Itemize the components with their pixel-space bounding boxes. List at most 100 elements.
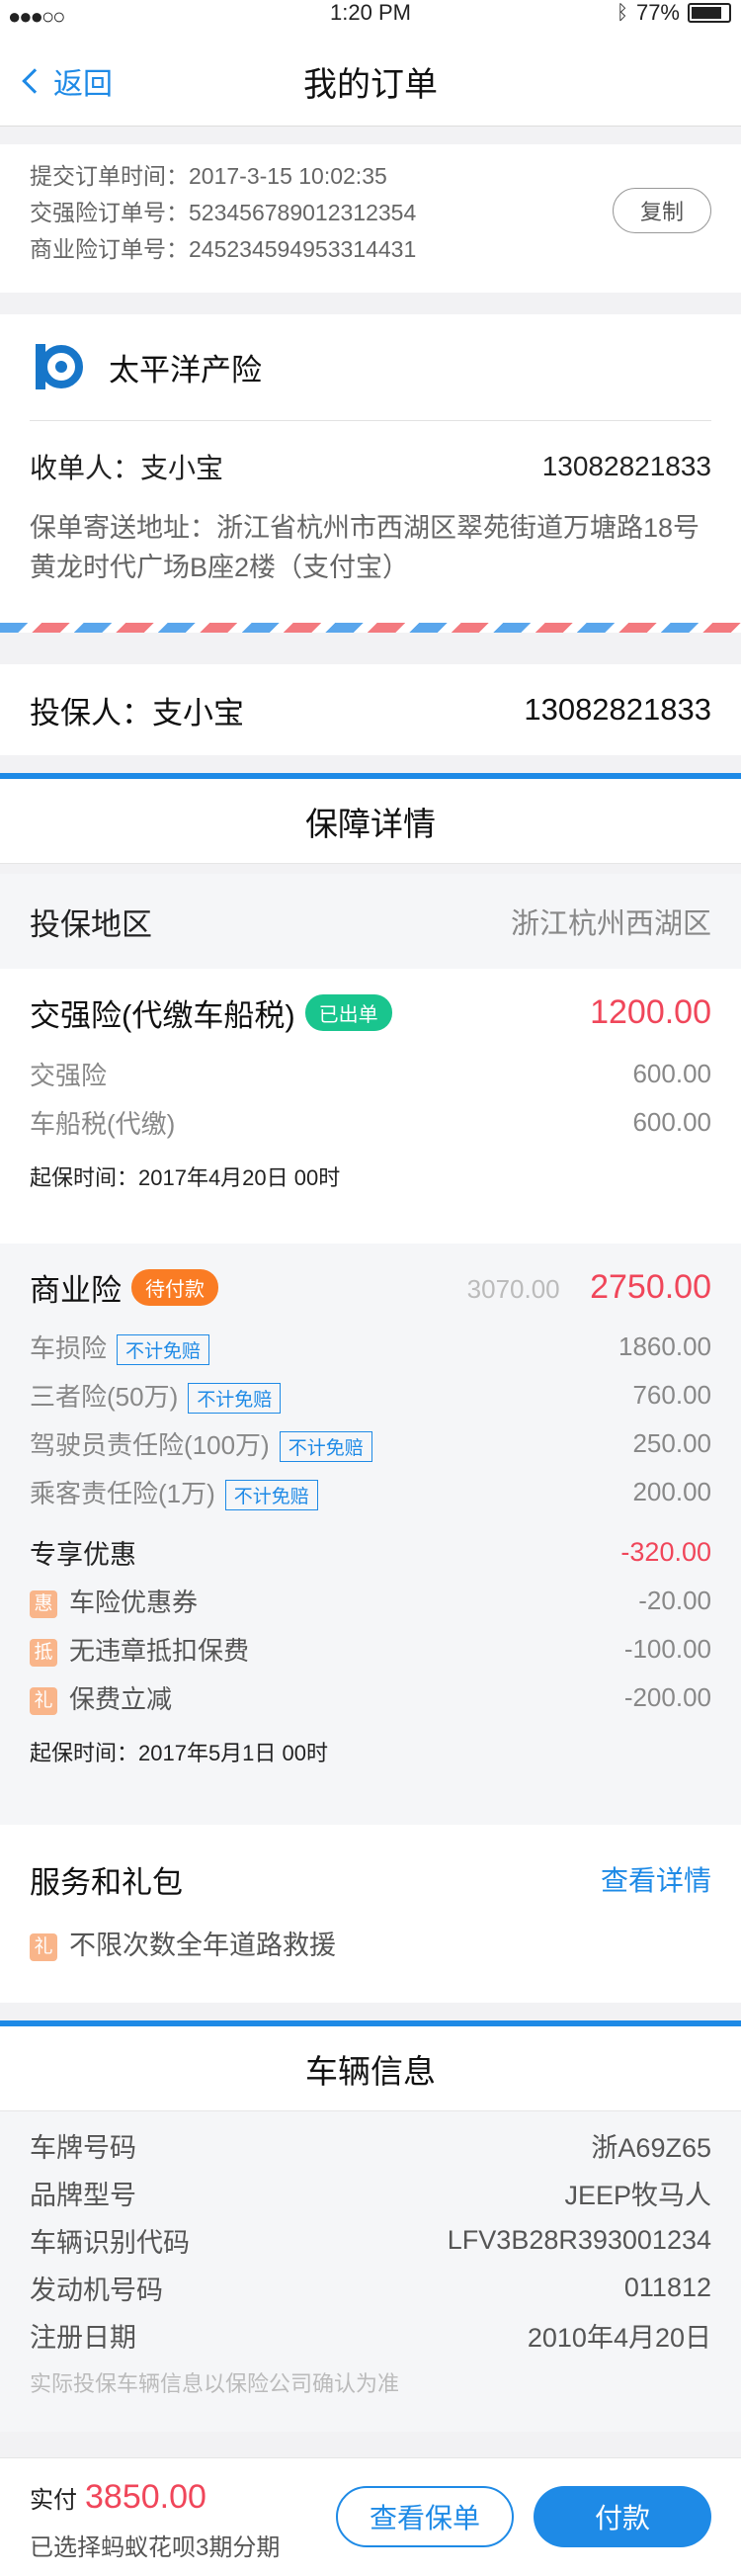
list-item: 礼保费立减 -200.00 xyxy=(30,1674,711,1722)
commercial-price: 2750.00 xyxy=(590,1267,711,1306)
deductible-tag: 不计免赔 xyxy=(224,1480,318,1511)
view-details-link[interactable]: 查看详情 xyxy=(601,1859,711,1899)
bluetooth-icon: ᛒ xyxy=(616,1,628,24)
item-value: 1860.00 xyxy=(618,1331,711,1361)
compulsory-title: 交强险(代缴车船税) xyxy=(30,997,295,1033)
commercial-title: 商业险 xyxy=(30,1272,122,1308)
holder-phone: 13082821833 xyxy=(524,692,711,727)
page-title: 我的订单 xyxy=(303,66,438,104)
pay-label: 实付 xyxy=(30,2487,77,2514)
section-title-guarantee: 保障详情 xyxy=(0,773,741,864)
receiver-name: 收单人：支小宝 xyxy=(30,453,224,483)
compulsory-order-no: 交强险订单号：523456789012312354 xyxy=(30,200,417,225)
view-policy-button[interactable]: 查看保单 xyxy=(336,2486,514,2547)
row-label: 品牌型号 xyxy=(30,2180,136,2210)
list-item: 三者险(50万) 不计免赔 760.00 xyxy=(30,1371,711,1419)
gift-icon: 礼 xyxy=(30,1687,57,1716)
discount-header: 专享优惠 -320.00 xyxy=(30,1528,711,1577)
original-price: 3070.00 xyxy=(466,1273,560,1304)
row-value: JEEP牧马人 xyxy=(564,2180,711,2210)
discount-title: 专享优惠 xyxy=(30,1540,136,1570)
row-value: 2010年4月20日 xyxy=(527,2322,711,2353)
status-bar: ●●●○○ 1:20 PM ᛒ 77% xyxy=(0,0,741,30)
row-value: 011812 xyxy=(623,2272,711,2302)
pay-amount: 3850.00 xyxy=(85,2478,206,2516)
compulsory-insurance-block: 交强险(代缴车船税) 已出单 1200.00 交强险 600.00 车船税(代缴… xyxy=(0,969,741,1244)
battery-percent: 77% xyxy=(635,0,680,25)
copy-button[interactable]: 复制 xyxy=(613,188,711,233)
vehicle-info: 车牌号码 浙A69Z65 品牌型号 JEEP牧马人 车辆识别代码 LFV3B28R39… xyxy=(0,2111,741,2432)
status-badge: 待付款 xyxy=(131,1268,218,1306)
compulsory-start-time: 起保时间：2017年4月20日 00时 xyxy=(30,1165,341,1190)
list-item: 交强险 600.00 xyxy=(30,1050,711,1098)
nav-bar: 返回 我的订单 xyxy=(0,30,741,127)
region-value: 浙江杭州西湖区 xyxy=(510,908,711,940)
item-label: 乘客责任险(1万) xyxy=(30,1478,215,1508)
receiver-phone: 13082821833 xyxy=(541,451,711,481)
deductible-tag: 不计免赔 xyxy=(117,1334,210,1366)
divider xyxy=(30,420,711,421)
row-label: 车辆识别代码 xyxy=(30,2227,190,2258)
bottom-bar: 实付 3850.00 已选择蚂蚁花呗3期分期 查看保单 付款 xyxy=(0,2457,741,2576)
list-item: 乘客责任险(1万) 不计免赔 200.00 xyxy=(30,1468,711,1516)
gift-icon: 礼 xyxy=(30,1932,57,1961)
item-value: 760.00 xyxy=(632,1380,711,1410)
vehicle-note: 实际投保车辆信息以保险公司确认为准 xyxy=(30,2371,400,2396)
airmail-border xyxy=(0,623,741,633)
item-value: -100.00 xyxy=(623,1634,711,1664)
service-item: 不限次数全年道路救援 xyxy=(69,1931,336,1960)
pay-button[interactable]: 付款 xyxy=(534,2486,711,2547)
item-value: -20.00 xyxy=(638,1586,711,1615)
battery-icon xyxy=(688,3,731,23)
order-info: 提交订单时间：2017-3-15 10:02:35 交强险订单号：5234567… xyxy=(0,144,741,293)
item-value: 600.00 xyxy=(632,1059,711,1088)
item-value: 200.00 xyxy=(632,1477,711,1506)
item-label: 保费立减 xyxy=(69,1684,173,1714)
policy-holder-row: 投保人：支小宝 13082821833 xyxy=(0,664,741,755)
row-value: 浙A69Z65 xyxy=(591,2132,711,2163)
item-label: 无违章抵扣保费 xyxy=(69,1636,250,1666)
battery-indicator: ᛒ 77% xyxy=(617,0,731,26)
table-row: 车牌号码 浙A69Z65 xyxy=(30,2121,711,2169)
deductible-tag: 不计免赔 xyxy=(188,1383,282,1415)
item-label: 交强险 xyxy=(30,1061,108,1090)
commercial-insurance-block: 商业险 待付款 3070.00 2750.00 车损险 不计免赔 1860.00 … xyxy=(0,1244,741,1825)
mailing-address: 保单寄送地址：浙江省杭州市西湖区翠苑街道万塘路18号黄龙时代广场B座2楼（支付宝… xyxy=(30,513,700,582)
service-block: 服务和礼包 查看详情 礼不限次数全年道路救援 xyxy=(0,1825,741,2003)
insurer-card: 太平洋产险 收单人：支小宝 13082821833 保单寄送地址：浙江省杭州市西… xyxy=(0,314,741,633)
section-title-vehicle: 车辆信息 xyxy=(0,2020,741,2111)
deductible-tag: 不计免赔 xyxy=(279,1431,372,1463)
status-badge: 已出单 xyxy=(304,993,392,1031)
coupon-icon: 惠 xyxy=(30,1590,57,1619)
item-value: 250.00 xyxy=(632,1428,711,1458)
row-value: LFV3B28R393001234 xyxy=(447,2224,711,2255)
list-item: 车船税(代缴) 600.00 xyxy=(30,1098,711,1147)
item-label: 车损险 xyxy=(30,1332,108,1363)
region-row: 投保地区 浙江杭州西湖区 xyxy=(0,874,741,969)
holder-name: 投保人：支小宝 xyxy=(30,695,244,730)
commercial-order-no: 商业险订单号：245234594953314431 xyxy=(30,236,417,262)
table-row: 品牌型号 JEEP牧马人 xyxy=(30,2169,711,2216)
item-value: 600.00 xyxy=(632,1107,711,1137)
table-row: 注册日期 2010年4月20日 xyxy=(30,2311,711,2359)
row-label: 发动机号码 xyxy=(30,2275,163,2305)
service-title: 服务和礼包 xyxy=(30,1864,183,1900)
table-row: 车辆识别代码 LFV3B28R393001234 xyxy=(30,2216,711,2264)
list-item: 惠车险优惠券 -20.00 xyxy=(30,1577,711,1625)
item-value: -200.00 xyxy=(623,1682,711,1712)
commercial-start-time: 起保时间：2017年5月1日 00时 xyxy=(30,1741,328,1765)
item-label: 车船税(代缴) xyxy=(30,1109,176,1139)
item-label: 车险优惠券 xyxy=(69,1588,199,1617)
deduction-icon: 抵 xyxy=(30,1639,57,1668)
receiver-row: 收单人：支小宝 13082821833 xyxy=(30,447,711,486)
row-label: 车牌号码 xyxy=(30,2132,136,2163)
installment-note: 已选择蚂蚁花呗3期分期 xyxy=(30,2534,281,2561)
list-item: 抵无违章抵扣保费 -100.00 xyxy=(30,1625,711,1674)
item-label: 驾驶员责任险(100万) xyxy=(30,1429,270,1460)
submit-time: 提交订单时间：2017-3-15 10:02:35 xyxy=(30,163,387,189)
discount-total: -320.00 xyxy=(620,1537,711,1567)
list-item: 车损险 不计免赔 1860.00 xyxy=(30,1323,711,1371)
row-label: 注册日期 xyxy=(30,2322,136,2353)
insurer-logo-icon xyxy=(30,340,83,393)
insurer-name: 太平洋产险 xyxy=(109,352,262,387)
